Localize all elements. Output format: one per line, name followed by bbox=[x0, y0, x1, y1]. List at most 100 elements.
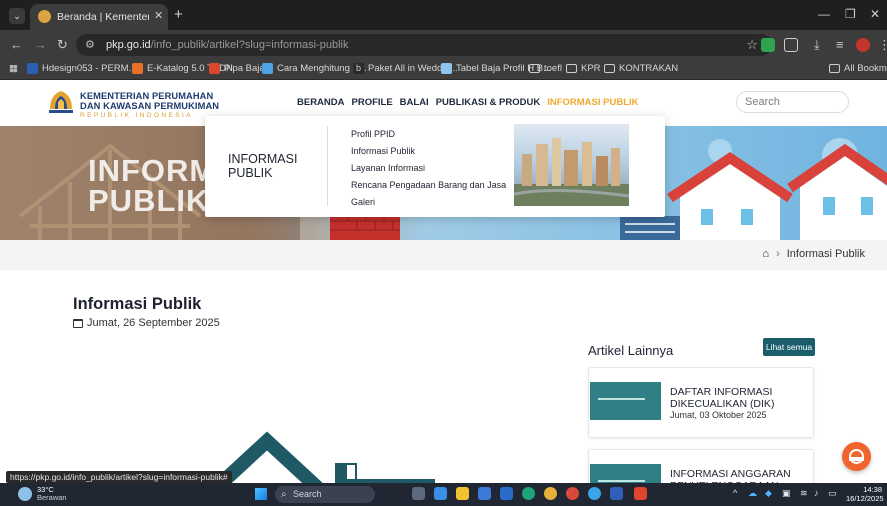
bookmark-favicon-icon bbox=[262, 63, 273, 74]
article-card[interactable]: DAFTAR INFORMASI DIKECUALIKAN (DIK) Juma… bbox=[588, 367, 814, 438]
weather-widget[interactable]: 33°C Berawan bbox=[37, 486, 67, 502]
bookmark-item[interactable]: Cara Menghitung B... bbox=[262, 63, 367, 74]
article-date: Jumat, 26 September 2025 bbox=[73, 317, 220, 329]
folder-icon bbox=[604, 64, 615, 73]
bookmark-favicon-icon bbox=[132, 63, 143, 74]
help-chat-button[interactable] bbox=[842, 442, 871, 471]
breadcrumb-bar: ⌂ › Informasi Publik bbox=[0, 240, 887, 270]
article-card[interactable]: INFORMASI ANGGARAN PENYELENGGARAAN PPID bbox=[588, 449, 814, 483]
edge-icon[interactable] bbox=[522, 487, 535, 500]
tab-title: Beranda | Kementerian Perumahan bbox=[57, 11, 149, 23]
ministry-logo-text[interactable]: KEMENTERIAN PERUMAHAN DAN KAWASAN PERMUK… bbox=[80, 91, 219, 121]
article-card-title[interactable]: DAFTAR INFORMASI DIKECUALIKAN (DIK) bbox=[670, 386, 800, 410]
menu-item-galeri[interactable]: Galeri bbox=[351, 195, 506, 212]
taskbar-clock[interactable]: 14:38 16/12/2025 bbox=[846, 485, 884, 503]
download-icon[interactable]: ⤓ bbox=[814, 37, 820, 53]
tab-list-icon[interactable]: ≡ bbox=[836, 37, 844, 52]
breadcrumb-current: Informasi Publik bbox=[786, 248, 865, 260]
breadcrumb: ⌂ › Informasi Publik bbox=[762, 248, 865, 260]
back-icon[interactable]: ← bbox=[10, 37, 23, 52]
chrome-icon[interactable] bbox=[544, 487, 557, 500]
bookmark-star-icon[interactable]: ☆ bbox=[746, 37, 758, 53]
bookmarks-bar: ▦ Hdesign053 - PERM... E-Katalog 5.0 TKD… bbox=[0, 60, 887, 80]
bookmark-folder[interactable]: toefl bbox=[529, 63, 562, 74]
tab-close-icon[interactable]: ✕ bbox=[154, 9, 163, 22]
bookmark-folder[interactable]: KONTRAKAN bbox=[604, 63, 678, 74]
windows-start-icon[interactable] bbox=[255, 488, 267, 500]
article-card-thumbnail bbox=[590, 464, 661, 483]
taskbar-app-icon[interactable] bbox=[478, 487, 491, 500]
onedrive-icon[interactable]: ☁ bbox=[748, 488, 757, 499]
close-window-icon[interactable]: ✕ bbox=[870, 7, 880, 21]
task-view-icon[interactable] bbox=[412, 487, 425, 500]
folder-icon bbox=[566, 64, 577, 73]
chrome-icon[interactable] bbox=[588, 487, 601, 500]
folder-icon bbox=[829, 64, 840, 73]
taskbar-search[interactable]: Search bbox=[275, 486, 375, 503]
nav-balai[interactable]: BALAI bbox=[400, 97, 429, 108]
word-icon[interactable] bbox=[610, 487, 623, 500]
article-house-illustration bbox=[211, 431, 435, 483]
reload-icon[interactable]: ↻ bbox=[57, 37, 68, 53]
chrome-icon[interactable] bbox=[566, 487, 579, 500]
volume-icon[interactable]: ♪ bbox=[814, 488, 819, 498]
tab-search-icon[interactable]: ⌄ bbox=[9, 8, 25, 24]
restore-icon[interactable]: ❐ bbox=[845, 7, 856, 21]
home-icon[interactable]: ⌂ bbox=[762, 248, 769, 260]
menu-item-layanan-informasi[interactable]: Layanan Informasi bbox=[351, 161, 506, 178]
battery-icon[interactable]: ▭ bbox=[828, 488, 837, 499]
file-explorer-icon[interactable] bbox=[456, 487, 469, 500]
tray-app-icon[interactable]: ▣ bbox=[782, 488, 791, 499]
taskbar-app-icon[interactable] bbox=[434, 487, 447, 500]
bookmark-favicon-icon bbox=[209, 63, 220, 74]
article-card-thumbnail bbox=[590, 382, 661, 420]
folder-icon bbox=[529, 64, 540, 73]
bookmark-favicon-icon bbox=[27, 63, 38, 74]
extension-green-icon[interactable] bbox=[761, 38, 775, 52]
browser-tab[interactable]: Beranda | Kementerian Perumahan ✕ bbox=[30, 4, 168, 30]
nav-informasi-publik[interactable]: INFORMASI PUBLIK bbox=[547, 97, 638, 108]
apps-grid-icon[interactable]: ▦ bbox=[9, 63, 18, 74]
url-text: pkp.go.id/info_publik/artikel?slug=infor… bbox=[106, 39, 349, 51]
all-bookmarks-folder[interactable]: All Bookmarks bbox=[829, 63, 887, 74]
article-card-date: Jumat, 03 Oktober 2025 bbox=[670, 410, 767, 420]
bookmark-favicon-icon bbox=[441, 63, 452, 74]
address-bar[interactable]: ⚙ pkp.go.id/info_publik/artikel?slug=inf… bbox=[76, 34, 772, 56]
site-settings-icon[interactable]: ⚙ bbox=[85, 38, 95, 51]
weather-cloud-icon[interactable] bbox=[18, 487, 32, 501]
see-all-button[interactable]: Lihat semua bbox=[763, 338, 815, 356]
extensions-puzzle-icon[interactable] bbox=[784, 38, 798, 52]
bookmark-favicon-icon: b bbox=[353, 63, 364, 74]
main-navigation: BERANDA PROFILE BALAI PUBLIKASI & PRODUK… bbox=[297, 97, 639, 108]
new-tab-icon[interactable]: + bbox=[174, 6, 183, 23]
menu-item-rencana-pengadaan[interactable]: Rencana Pengadaan Barang dan Jasa bbox=[351, 178, 506, 195]
forward-icon[interactable]: → bbox=[34, 37, 47, 52]
taskbar-app-icon[interactable] bbox=[500, 487, 513, 500]
bookmark-item[interactable]: Pipa Baja bbox=[209, 63, 265, 74]
browser-menu-icon[interactable]: ⋮ bbox=[878, 37, 887, 53]
nav-publikasi-produk[interactable]: PUBLIKASI & PRODUK bbox=[436, 97, 541, 108]
menu-item-informasi-publik[interactable]: Informasi Publik bbox=[351, 144, 506, 161]
nav-beranda[interactable]: BERANDA bbox=[297, 97, 345, 108]
bookmark-item[interactable]: Hdesign053 - PERM... bbox=[27, 63, 137, 74]
search-input[interactable]: Search bbox=[736, 91, 849, 113]
acrobat-icon[interactable] bbox=[634, 487, 647, 500]
nav-profile[interactable]: PROFILE bbox=[352, 97, 393, 108]
profile-avatar-icon[interactable] bbox=[856, 38, 870, 52]
article-card-title[interactable]: INFORMASI ANGGARAN PENYELENGGARAAN PPID bbox=[670, 468, 800, 483]
bookmark-folder[interactable]: KPR bbox=[566, 63, 601, 74]
taskbar: 33°C Berawan Search ^ ☁ ◆ ▣ ≋ ♪ ▭ 14:38 … bbox=[0, 483, 887, 506]
informasi-publik-dropdown: INFORMASI PUBLIK Profil PPID Informasi P… bbox=[205, 116, 665, 217]
wifi-icon[interactable]: ≋ bbox=[800, 488, 808, 499]
sidebar-title: Artikel Lainnya bbox=[588, 343, 674, 358]
menu-item-profil-ppid[interactable]: Profil PPID bbox=[351, 127, 506, 144]
ministry-logo-icon[interactable] bbox=[46, 87, 76, 117]
tray-chevron-icon[interactable]: ^ bbox=[733, 488, 737, 498]
site-favicon-icon bbox=[38, 10, 51, 23]
tray-app-icon[interactable]: ◆ bbox=[765, 488, 772, 499]
address-toolbar: ← → ↻ ⚙ pkp.go.id/info_publik/artikel?sl… bbox=[0, 30, 887, 60]
dropdown-heading: INFORMASI PUBLIK bbox=[228, 152, 298, 180]
page-title: Informasi Publik bbox=[73, 295, 202, 313]
minimize-icon[interactable]: — bbox=[818, 7, 830, 21]
city-skyline-image bbox=[514, 124, 629, 206]
